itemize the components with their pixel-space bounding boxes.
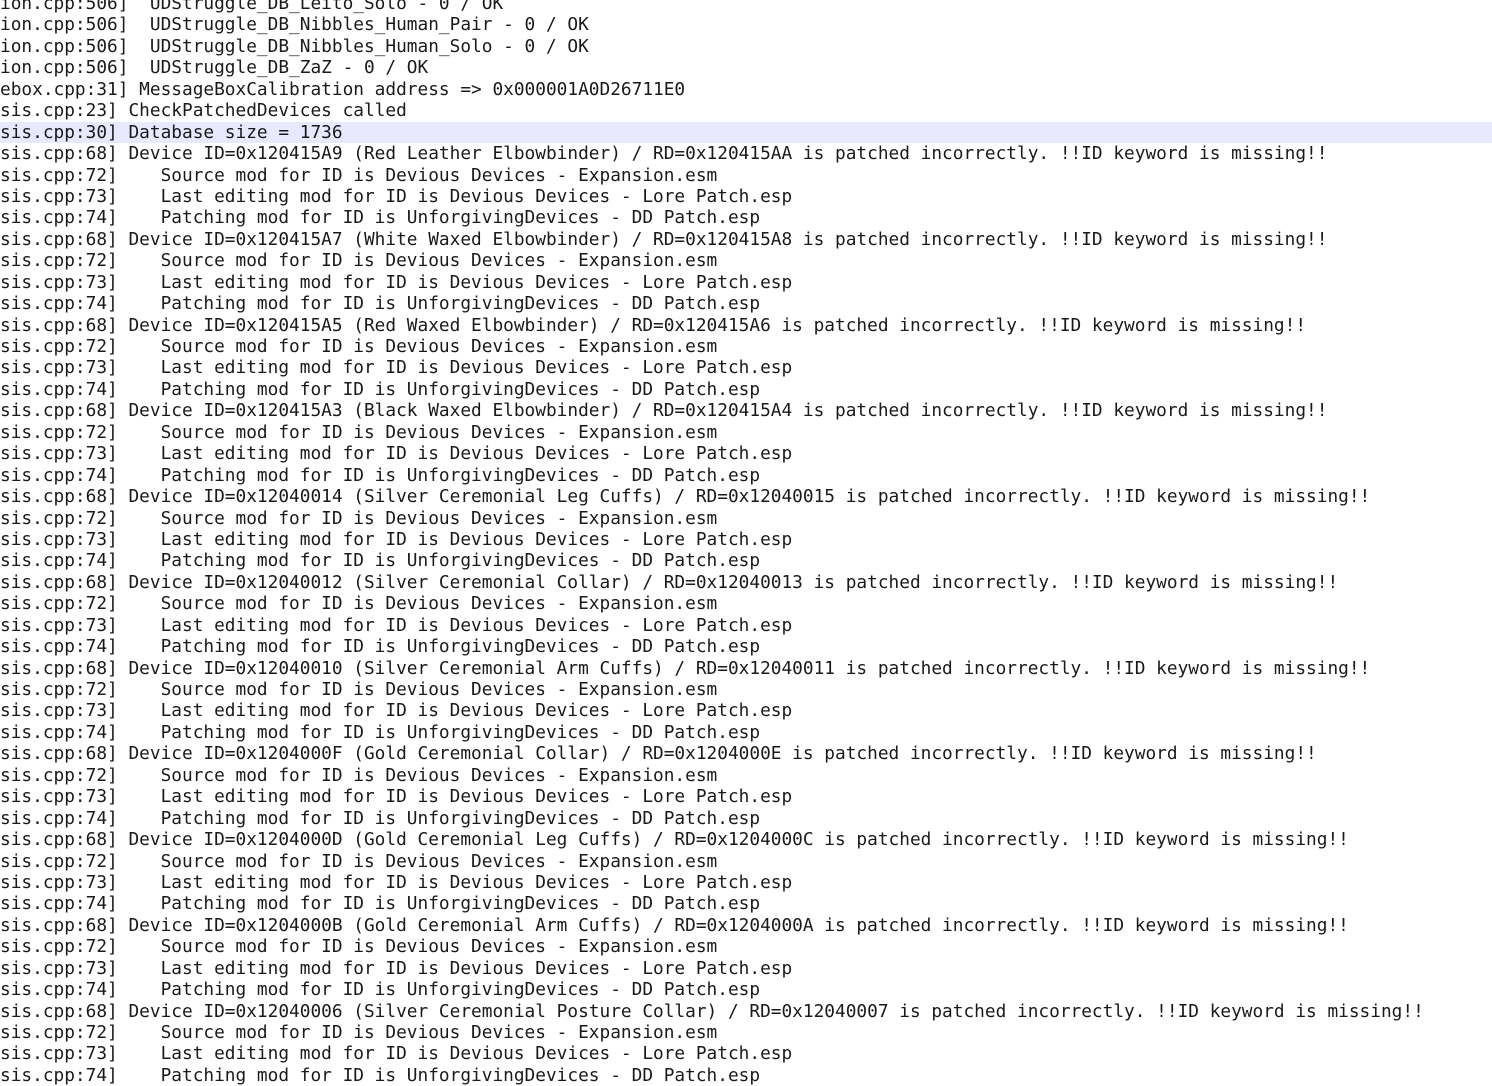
log-line-current: sis.cpp:30] Database size = 1736 <box>0 121 1492 144</box>
log-line: sis.cpp:23] CheckPatchedDevices called <box>0 100 407 122</box>
log-line: sis.cpp:68] Device ID=0x12040012 (Silver… <box>0 571 1339 593</box>
log-line: sis.cpp:72] Source mod for ID is Devious… <box>0 764 718 786</box>
log-line: sis.cpp:74] Patching mod for ID is Unfor… <box>0 464 761 486</box>
log-line: sis.cpp:68] Device ID=0x120415A3 (Black … <box>0 400 1328 422</box>
log-line: sis.cpp:74] Patching mod for ID is Unfor… <box>0 378 761 400</box>
log-line: sis.cpp:73] Last editing mod for ID is D… <box>0 185 793 207</box>
log-line: sis.cpp:72] Source mod for ID is Devious… <box>0 421 718 443</box>
log-line: sis.cpp:73] Last editing mod for ID is D… <box>0 786 793 808</box>
log-line: sis.cpp:74] Patching mod for ID is Unfor… <box>0 893 761 915</box>
log-line: sis.cpp:74] Patching mod for ID is Unfor… <box>0 721 761 743</box>
log-line: sis.cpp:72] Source mod for ID is Devious… <box>0 1022 718 1043</box>
log-line: sis.cpp:68] Device ID=0x1204000B (Gold C… <box>0 914 1349 936</box>
log-line: ion.cpp:506] UDStruggle_DB_Leito_Solo - … <box>0 0 504 14</box>
log-line: ebox.cpp:31] MessageBoxCalibration addre… <box>0 78 686 100</box>
log-line: sis.cpp:72] Source mod for ID is Devious… <box>0 936 718 958</box>
log-line: ion.cpp:506] UDStruggle_DB_Nibbles_Human… <box>0 14 589 36</box>
log-line: sis.cpp:72] Source mod for ID is Devious… <box>0 850 718 872</box>
log-line: sis.cpp:72] Source mod for ID is Devious… <box>0 250 718 272</box>
log-line: sis.cpp:72] Source mod for ID is Devious… <box>0 507 718 529</box>
log-line: sis.cpp:74] Patching mod for ID is Unfor… <box>0 207 761 229</box>
log-line: sis.cpp:73] Last editing mod for ID is D… <box>0 357 793 379</box>
log-line: sis.cpp:74] Patching mod for ID is Unfor… <box>0 1064 761 1086</box>
log-text-view[interactable]: ion.cpp:506] UDStruggle_DB_Leito_Solo - … <box>0 0 1492 1086</box>
log-line: sis.cpp:74] Patching mod for ID is Unfor… <box>0 636 761 658</box>
log-line: sis.cpp:68] Device ID=0x1204000D (Gold C… <box>0 829 1349 851</box>
log-line: sis.cpp:73] Last editing mod for ID is D… <box>0 1043 793 1065</box>
log-line: sis.cpp:68] Device ID=0x12040010 (Silver… <box>0 657 1371 679</box>
log-line: sis.cpp:68] Device ID=0x12040006 (Silver… <box>0 1000 1424 1022</box>
log-line: sis.cpp:74] Patching mod for ID is Unfor… <box>0 807 761 829</box>
log-line: sis.cpp:74] Patching mod for ID is Unfor… <box>0 979 761 1001</box>
log-line: sis.cpp:73] Last editing mod for ID is D… <box>0 443 793 465</box>
log-line: sis.cpp:73] Last editing mod for ID is D… <box>0 871 793 893</box>
log-line: sis.cpp:73] Last editing mod for ID is D… <box>0 614 793 636</box>
log-line: sis.cpp:68] Device ID=0x1204000F (Gold C… <box>0 743 1317 765</box>
log-line: sis.cpp:73] Last editing mod for ID is D… <box>0 700 793 722</box>
log-line: sis.cpp:73] Last editing mod for ID is D… <box>0 528 793 550</box>
log-line: sis.cpp:72] Source mod for ID is Devious… <box>0 336 718 357</box>
log-line: ion.cpp:506] UDStruggle_DB_ZaZ - 0 / OK <box>0 57 429 79</box>
log-line: sis.cpp:72] Source mod for ID is Devious… <box>0 593 718 615</box>
log-line: sis.cpp:73] Last editing mod for ID is D… <box>0 271 793 293</box>
log-line: ion.cpp:506] UDStruggle_DB_Nibbles_Human… <box>0 35 589 57</box>
log-line: sis.cpp:73] Last editing mod for ID is D… <box>0 957 793 979</box>
log-line: sis.cpp:72] Source mod for ID is Devious… <box>0 679 718 700</box>
log-line: sis.cpp:68] Device ID=0x120415A7 (White … <box>0 228 1328 250</box>
log-line: sis.cpp:74] Patching mod for ID is Unfor… <box>0 293 761 315</box>
log-line: sis.cpp:68] Device ID=0x120415A9 (Red Le… <box>0 143 1328 165</box>
log-line: sis.cpp:68] Device ID=0x120415A5 (Red Wa… <box>0 314 1307 336</box>
log-line: sis.cpp:68] Device ID=0x12040014 (Silver… <box>0 486 1371 508</box>
log-line: sis.cpp:72] Source mod for ID is Devious… <box>0 164 718 186</box>
log-line: sis.cpp:74] Patching mod for ID is Unfor… <box>0 550 761 572</box>
